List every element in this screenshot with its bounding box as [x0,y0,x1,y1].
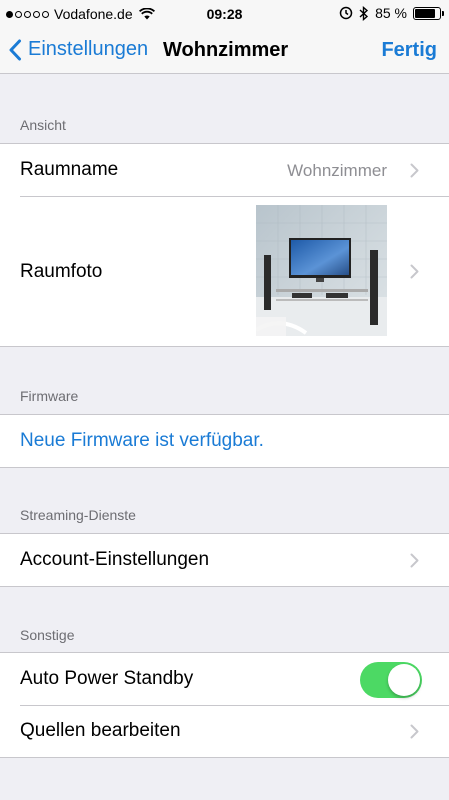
auto-power-standby-label: Auto Power Standby [20,668,194,689]
edit-sources-row[interactable]: Quellen bearbeiten [0,705,449,757]
section-header-sonstige: Sonstige [20,627,75,643]
page-title: Wohnzimmer [163,39,289,61]
back-button[interactable]: Einstellungen [8,38,148,61]
group-sonstige: Auto Power Standby Quellen bearbeiten [0,652,449,758]
section-header-streaming: Streaming-Dienste [20,507,136,523]
raumname-value: Wohnzimmer [287,161,387,180]
account-settings-row[interactable]: Account-Einstellungen [0,534,449,586]
raumname-label: Raumname [20,159,119,180]
raumfoto-label: Raumfoto [20,261,103,282]
section-header-firmware: Firmware [20,388,79,404]
chevron-right-icon [410,553,419,568]
status-right: 85 % [339,5,444,21]
battery-fill [415,8,436,18]
battery-icon [413,6,444,20]
chevron-right-icon [410,163,419,178]
back-button-label: Einstellungen [28,38,149,60]
auto-power-standby-row: Auto Power Standby [0,653,449,705]
section-header-ansicht: Ansicht [20,117,66,133]
group-streaming: Account-Einstellungen [0,533,449,587]
firmware-update-link[interactable]: Neue Firmware ist verfügbar. [20,430,264,452]
raumname-row[interactable]: Raumname Wohnzimmer [0,144,449,196]
group-ansicht: Raumname Wohnzimmer Raumfoto [0,143,449,347]
alarm-icon [339,6,353,20]
toggle-knob [388,664,420,696]
raumfoto-row[interactable]: Raumfoto [0,196,449,346]
done-button[interactable]: Fertig [381,39,437,62]
account-settings-label: Account-Einstellungen [20,549,210,570]
room-photo [256,205,387,336]
group-firmware: Neue Firmware ist verfügbar. [0,414,449,468]
status-bar: Vodafone.de 09:28 85 % [0,0,449,30]
edit-sources-label: Quellen bearbeiten [20,720,181,741]
chevron-right-icon [410,264,419,279]
auto-power-standby-toggle[interactable] [360,662,422,698]
chevron-right-icon [410,724,419,739]
battery-percent: 85 % [375,5,407,21]
bluetooth-icon [359,5,369,21]
navigation-bar: Einstellungen Wohnzimmer Fertig [0,30,449,74]
back-chevron-icon [9,39,21,60]
firmware-update-row[interactable]: Neue Firmware ist verfügbar. [0,415,449,467]
